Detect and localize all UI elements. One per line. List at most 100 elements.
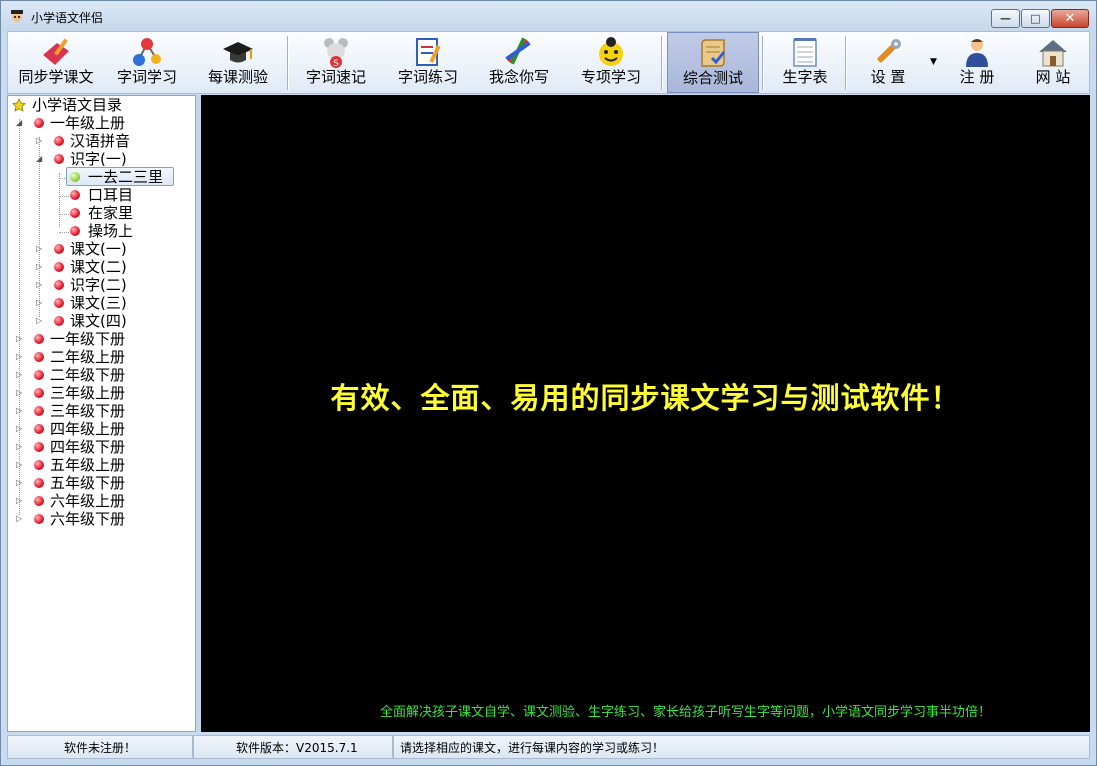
green-dot-icon bbox=[70, 172, 80, 182]
tree-node-label: 二年级上册 bbox=[50, 348, 126, 366]
catalog-tree: 小学语文目录 ◢ 一年级上册 ▷ 汉语拼音 ◢ 识字(一) 一去二三里 口耳目 bbox=[7, 95, 196, 732]
red-dot-icon bbox=[54, 244, 64, 254]
word-study-button[interactable]: 字词学习 bbox=[104, 32, 190, 93]
star-folder-icon bbox=[12, 98, 26, 112]
headline-text: 有效、全面、易用的同步课文学习与测试软件！ bbox=[330, 381, 961, 415]
expand-icon[interactable]: ▷ bbox=[16, 330, 25, 348]
tree-line bbox=[59, 196, 69, 197]
red-dot-icon bbox=[34, 496, 44, 506]
expand-icon[interactable]: ▷ bbox=[36, 240, 45, 258]
comprehensive-test-button[interactable]: 综合测试 bbox=[667, 32, 759, 93]
red-dot-icon bbox=[34, 334, 44, 344]
tree-node-label: 课文(二) bbox=[70, 258, 127, 276]
title-bar[interactable]: 小学语文伴侣 — □ ✕ bbox=[1, 1, 1096, 31]
expand-icon[interactable]: ▷ bbox=[16, 456, 25, 474]
expand-icon[interactable]: ▷ bbox=[36, 276, 45, 294]
word-practice-button[interactable]: 字词练习 bbox=[384, 32, 472, 93]
collapse-icon[interactable]: ◢ bbox=[36, 150, 45, 168]
tree-node-label: 识字(一) bbox=[70, 150, 127, 168]
status-hint: 请选择相应的课文，进行每课内容的学习或练习！ bbox=[393, 735, 1090, 759]
special-study-button[interactable]: 专项学习 bbox=[566, 32, 656, 93]
checklist-pencil-icon bbox=[416, 38, 441, 66]
expand-icon[interactable]: ▷ bbox=[36, 294, 45, 312]
app-icon bbox=[11, 10, 23, 22]
settings-dropdown-icon[interactable]: ▼ bbox=[930, 57, 937, 67]
expand-icon[interactable]: ▷ bbox=[16, 366, 25, 384]
app-window: 小学语文伴侣 — □ ✕ 同步学课文 字词学习 每课测验 S 字词速记 字词练习… bbox=[0, 0, 1097, 766]
red-dot-icon bbox=[34, 118, 44, 128]
expand-icon[interactable]: ▷ bbox=[16, 348, 25, 366]
expand-icon[interactable]: ▷ bbox=[36, 258, 45, 276]
lesson-quiz-button[interactable]: 每课测验 bbox=[194, 32, 282, 93]
minimize-icon: — bbox=[1000, 12, 1011, 25]
toolbar-label: 专项学习 bbox=[580, 68, 641, 86]
tree-node-label: 一年级下册 bbox=[50, 330, 126, 348]
toolbar-label: 同步学课文 bbox=[18, 68, 94, 86]
toolbar-label: 字词速记 bbox=[305, 68, 366, 86]
settings-button[interactable]: 设 置 bbox=[850, 32, 926, 93]
register-button[interactable]: 注 册 bbox=[940, 32, 1014, 93]
red-dot-icon bbox=[34, 370, 44, 380]
pens-icon bbox=[505, 37, 531, 65]
expand-icon[interactable]: ▷ bbox=[16, 402, 25, 420]
toolbar-label: 生字表 bbox=[782, 68, 828, 86]
dictation-button[interactable]: 我念你写 bbox=[474, 32, 564, 93]
collapse-icon[interactable]: ◢ bbox=[16, 114, 25, 132]
tree-node-label: 一去二三里 bbox=[88, 168, 164, 186]
close-button[interactable]: ✕ bbox=[1051, 9, 1089, 28]
toolbar-label: 字词学习 bbox=[116, 68, 177, 86]
minimize-button[interactable]: — bbox=[991, 9, 1020, 28]
red-dot-icon bbox=[34, 388, 44, 398]
tree-line bbox=[59, 232, 69, 233]
tree-node-label: 六年级上册 bbox=[50, 492, 126, 510]
red-dot-icon bbox=[54, 316, 64, 326]
tree-node-label: 课文(三) bbox=[70, 294, 127, 312]
tree-node-label: 在家里 bbox=[88, 204, 134, 222]
toolbar: 同步学课文 字词学习 每课测验 S 字词速记 字词练习 我念你写 专项学习 综合… bbox=[7, 31, 1090, 94]
red-dot-icon bbox=[54, 298, 64, 308]
tree-node-label: 二年级下册 bbox=[50, 366, 126, 384]
website-button[interactable]: 网 站 bbox=[1016, 32, 1090, 93]
user-icon bbox=[966, 39, 988, 67]
expand-icon[interactable]: ▷ bbox=[36, 132, 45, 150]
maximize-button[interactable]: □ bbox=[1021, 9, 1050, 28]
tree-root-label: 小学语文目录 bbox=[32, 96, 123, 114]
tree-line bbox=[59, 173, 60, 227]
tree-node-label: 四年级下册 bbox=[50, 438, 126, 456]
tree-node-label: 课文(一) bbox=[70, 240, 127, 258]
expand-icon[interactable]: ▷ bbox=[16, 474, 25, 492]
tree-node-label: 一年级上册 bbox=[50, 114, 126, 132]
word-memorize-button[interactable]: S 字词速记 bbox=[292, 32, 380, 93]
close-icon: ✕ bbox=[1064, 11, 1076, 26]
notepad-icon bbox=[793, 38, 817, 67]
subline-text: 全面解决孩子课文自学、课文测验、生字练习、家长给孩子听写生字等问题，小学语文同步… bbox=[379, 705, 991, 720]
red-dot-icon bbox=[34, 424, 44, 434]
red-dot-icon bbox=[54, 280, 64, 290]
status-bar: 软件未注册！ 软件版本：V2015.7.1 请选择相应的课文，进行每课内容的学习… bbox=[7, 735, 1090, 759]
tree-node-label: 口耳目 bbox=[88, 186, 134, 204]
sync-lesson-button[interactable]: 同步学课文 bbox=[10, 32, 102, 93]
mouse-mascot-icon: S bbox=[324, 38, 348, 69]
expand-icon[interactable]: ▷ bbox=[16, 384, 25, 402]
tree-node-label: 汉语拼音 bbox=[70, 132, 131, 150]
molecule-icon bbox=[133, 38, 161, 66]
toolbar-separator bbox=[845, 36, 847, 90]
expand-icon[interactable]: ▷ bbox=[16, 510, 25, 528]
red-dot-icon bbox=[34, 442, 44, 452]
red-dot-icon bbox=[34, 406, 44, 416]
book-pencil-icon bbox=[43, 38, 69, 68]
status-version: 软件版本：V2015.7.1 bbox=[193, 735, 393, 759]
red-dot-icon bbox=[70, 226, 80, 236]
home-icon bbox=[1039, 40, 1067, 67]
toolbar-label: 综合测试 bbox=[682, 69, 743, 87]
expand-icon[interactable]: ▷ bbox=[16, 438, 25, 456]
expand-icon[interactable]: ▷ bbox=[36, 312, 45, 330]
content-area: 有效、全面、易用的同步课文学习与测试软件！ 全面解决孩子课文自学、课文测验、生字… bbox=[201, 95, 1090, 732]
red-dot-icon bbox=[70, 190, 80, 200]
expand-icon[interactable]: ▷ bbox=[16, 492, 25, 510]
toolbar-label: 网 站 bbox=[1035, 68, 1071, 86]
toolbar-separator bbox=[661, 36, 663, 90]
red-dot-icon bbox=[34, 460, 44, 470]
new-words-table-button[interactable]: 生字表 bbox=[768, 32, 842, 93]
expand-icon[interactable]: ▷ bbox=[16, 420, 25, 438]
